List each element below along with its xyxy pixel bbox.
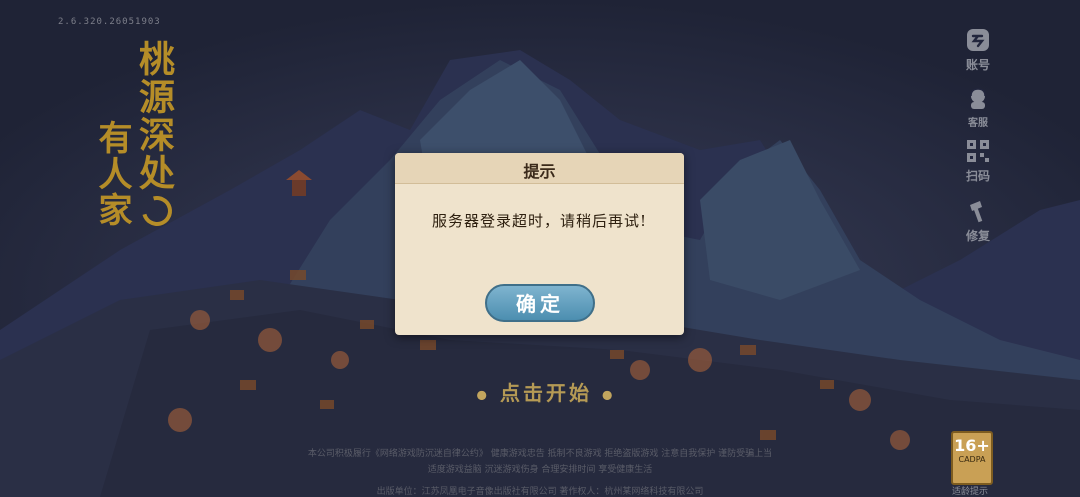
dialog-message: 服务器登录超时，请稍后再试! [431,212,648,230]
footer-line-3: 出版单位：江苏凤凰电子音像出版社有限公司 著作权人：杭州某网络科技有限公司 [376,487,704,497]
customer-service-button[interactable]: 客服 [948,85,1008,129]
start-text: 点击开始 [500,381,592,405]
customer-service-label: 客服 [968,118,988,129]
timeout-dialog: 提示 服务器登录超时，请稍后再试! 确定 [395,153,684,335]
age-rating-label: 适龄提示 [951,487,988,497]
tap-to-start[interactable]: ● 点击开始 ● [476,377,616,406]
dialog-title: 提示 [523,162,556,181]
start-dot-left: ● [476,387,491,402]
account-icon [965,27,991,53]
customer-service-icon [965,85,991,111]
repair-hammer-icon [965,198,991,224]
footer-line-2: 适度游戏益脑 沉迷游戏伤身 合理安排时间 享受健康生活 [427,465,653,475]
scan-label: 扫码 [965,169,990,183]
repair-button[interactable]: 修复 [948,198,1008,244]
repair-label: 修复 [965,229,990,243]
confirm-button[interactable]: 确定 [485,284,595,322]
scan-button[interactable]: 扫码 [948,138,1008,184]
start-dot-right: ● [601,387,616,402]
logo-line-2: 有人家 [92,120,132,228]
age-rating-caption: CADPA [958,455,986,464]
account-button[interactable]: 账号 [948,27,1008,73]
age-rating-value: 16+ [954,436,990,455]
version-number: 2.6.320.26051903 [58,17,161,27]
game-logo: 桃源深处 有人家 [88,40,188,250]
footer-line-1: 本公司积极履行《网络游戏防沉迷自律公约》 健康游戏忠告 抵制不良游戏 拒绝盗版游… [307,449,773,459]
age-rating-badge[interactable]: 16+ CADPA [951,431,993,485]
qr-code-icon [965,138,991,164]
account-label: 账号 [965,58,990,72]
moon-icon [136,190,178,232]
